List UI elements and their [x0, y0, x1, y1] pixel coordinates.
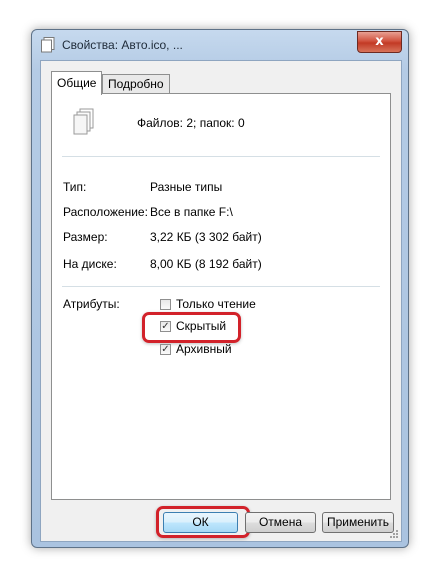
title-bar[interactable]: Свойства: Авто.ico, ... x [32, 30, 408, 60]
separator [62, 286, 380, 287]
hidden-checkbox[interactable]: ✓ [160, 321, 171, 332]
type-value: Разные типы [150, 180, 223, 194]
dialog-client-area: Общие Подробно Файлов: 2; папок: 0 Тип: … [40, 60, 402, 542]
separator [62, 156, 380, 157]
window-title: Свойства: Авто.ico, ... [62, 38, 183, 52]
tab-general[interactable]: Общие [51, 71, 103, 95]
archive-label[interactable]: Архивный [176, 342, 232, 356]
size-value: 3,22 КБ (3 302 байт) [150, 230, 262, 244]
size-on-disk-value: 8,00 КБ (8 192 байт) [150, 257, 262, 271]
location-label: Расположение: [63, 205, 148, 219]
tab-details-label: Подробно [108, 77, 164, 91]
size-on-disk-label: На диске: [63, 257, 117, 271]
apply-button[interactable]: Применить [322, 512, 394, 533]
archive-checkbox[interactable]: ✓ [160, 344, 171, 355]
readonly-checkbox[interactable] [160, 299, 171, 310]
type-label: Тип: [63, 180, 87, 194]
general-panel: Файлов: 2; папок: 0 Тип: Разные типы Рас… [51, 93, 391, 500]
location-value: Все в папке F:\ [150, 205, 233, 219]
close-icon: x [375, 34, 384, 49]
cancel-button[interactable]: Отмена [245, 512, 316, 533]
attributes-label: Атрибуты: [63, 297, 120, 311]
close-button[interactable]: x [357, 31, 402, 53]
hidden-label[interactable]: Скрытый [176, 319, 226, 333]
files-summary: Файлов: 2; папок: 0 [137, 116, 245, 130]
tab-general-label: Общие [57, 76, 97, 90]
ok-button[interactable]: ОК [163, 512, 238, 533]
size-label: Размер: [63, 230, 108, 244]
readonly-label[interactable]: Только чтение [176, 297, 256, 311]
multiple-files-icon [73, 108, 94, 135]
files-icon [41, 37, 55, 53]
resize-grip-icon[interactable] [389, 529, 399, 539]
properties-window: Свойства: Авто.ico, ... x Общие Подробно… [31, 29, 409, 548]
tab-details[interactable]: Подробно [102, 74, 170, 94]
